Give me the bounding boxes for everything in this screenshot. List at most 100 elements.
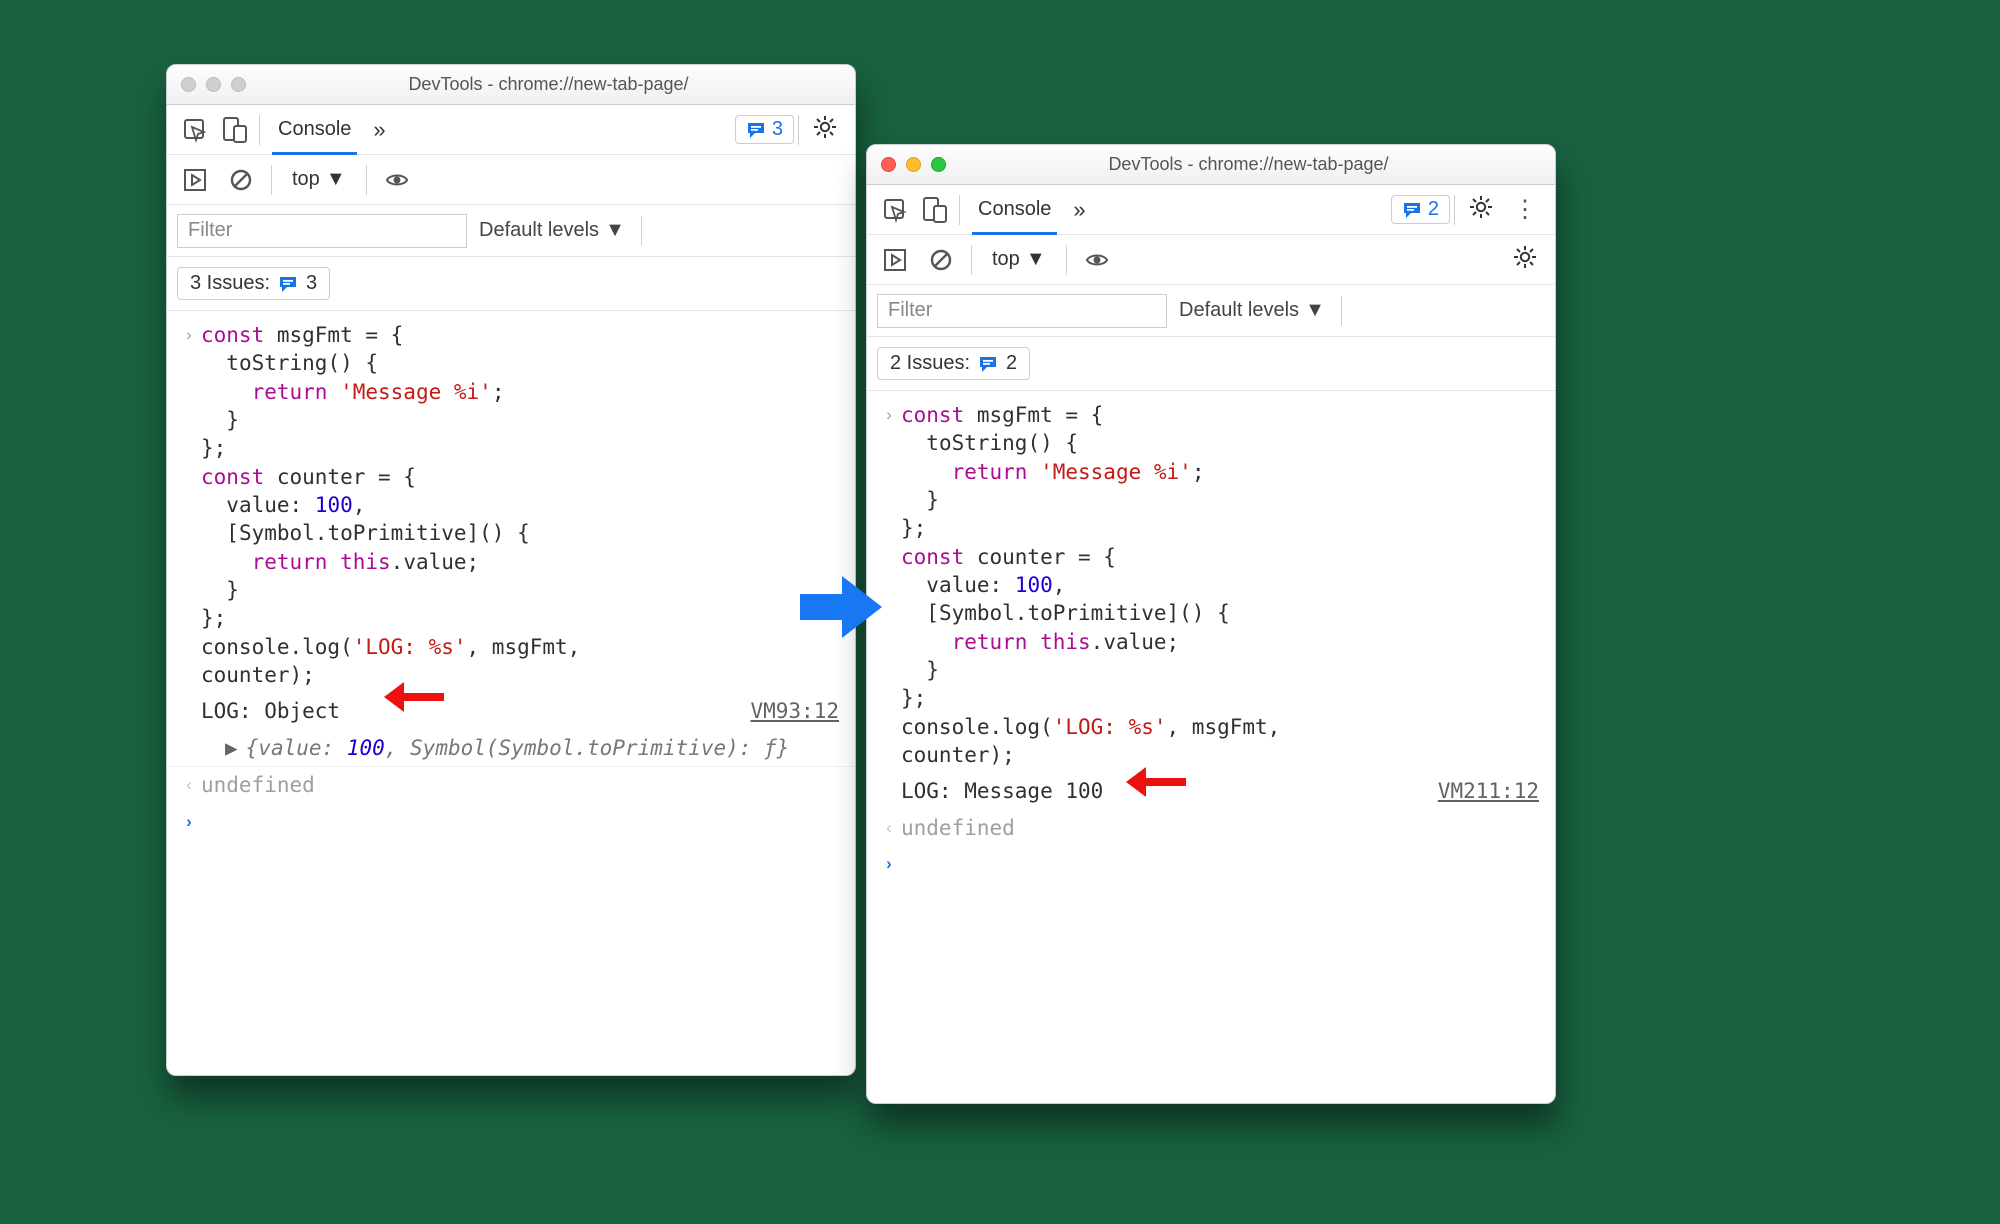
window-titlebar[interactable]: DevTools - chrome://new-tab-page/ bbox=[167, 65, 855, 105]
divider bbox=[798, 115, 799, 145]
console-log-row: LOG: Object VM93:12 bbox=[167, 693, 855, 729]
undefined-value: undefined bbox=[201, 771, 839, 799]
devtools-tabbar: Console » 2 ⋮ bbox=[867, 185, 1555, 235]
divider bbox=[366, 165, 367, 195]
comparison-arrow-icon bbox=[800, 572, 884, 647]
levels-label: Default levels bbox=[479, 219, 599, 242]
settings-button[interactable] bbox=[1459, 195, 1503, 225]
chevron-down-icon: ▼ bbox=[1026, 248, 1046, 271]
divider bbox=[1066, 245, 1067, 275]
console-body: › const msgFmt = { toString() { return '… bbox=[167, 311, 855, 841]
devtools-window-after: DevTools - chrome://new-tab-page/ Consol… bbox=[866, 144, 1556, 1104]
console-filter-row: Filter Default levels ▼ bbox=[167, 205, 855, 257]
console-sidebar-toggle[interactable] bbox=[875, 235, 915, 284]
divider bbox=[259, 115, 260, 145]
console-input-code[interactable]: const msgFmt = { toString() { return 'Me… bbox=[201, 321, 839, 689]
console-settings-button[interactable] bbox=[1503, 245, 1547, 275]
device-toggle-button[interactable] bbox=[215, 105, 255, 154]
prompt-chevron-icon: › bbox=[877, 850, 901, 876]
issues-count: 3 bbox=[306, 272, 317, 295]
console-toolbar: top ▼ bbox=[867, 235, 1555, 285]
context-label: top bbox=[992, 248, 1020, 271]
traffic-lights[interactable] bbox=[181, 77, 246, 92]
issues-badge[interactable]: 3 bbox=[735, 115, 794, 144]
window-minimize-icon[interactable] bbox=[206, 77, 221, 92]
comparison-stage: DevTools - chrome://new-tab-page/ Consol… bbox=[166, 64, 1622, 1104]
output-chevron-icon: ‹ bbox=[877, 814, 901, 840]
window-close-icon[interactable] bbox=[881, 157, 896, 172]
traffic-lights[interactable] bbox=[881, 157, 946, 172]
clear-console-button[interactable] bbox=[921, 235, 961, 284]
filter-input[interactable]: Filter bbox=[177, 214, 467, 248]
context-label: top bbox=[292, 168, 320, 191]
context-selector[interactable]: top ▼ bbox=[282, 155, 356, 204]
devtools-tabbar: Console » 3 bbox=[167, 105, 855, 155]
divider bbox=[959, 195, 960, 225]
live-expression-button[interactable] bbox=[377, 155, 417, 204]
filter-placeholder: Filter bbox=[188, 219, 232, 242]
console-log-row: LOG: Message 100 VM211:12 bbox=[867, 773, 1555, 809]
window-close-icon[interactable] bbox=[181, 77, 196, 92]
chevron-down-icon: ▼ bbox=[1305, 299, 1325, 322]
issues-badge[interactable]: 2 bbox=[1391, 195, 1450, 224]
window-zoom-icon[interactable] bbox=[231, 77, 246, 92]
source-link[interactable]: VM93:12 bbox=[750, 697, 839, 725]
chevron-down-icon: ▼ bbox=[326, 168, 346, 191]
context-selector[interactable]: top ▼ bbox=[982, 235, 1056, 284]
live-expression-button[interactable] bbox=[1077, 235, 1117, 284]
issues-pre-text: 3 Issues: bbox=[190, 272, 270, 295]
window-zoom-icon[interactable] bbox=[931, 157, 946, 172]
window-minimize-icon[interactable] bbox=[906, 157, 921, 172]
highlight-arrow-icon bbox=[384, 679, 448, 715]
console-return-row: ‹ undefined bbox=[167, 767, 855, 803]
issues-chip[interactable]: 3 Issues: 3 bbox=[177, 267, 330, 300]
prompt-chevron-icon: › bbox=[177, 808, 201, 834]
input-chevron-icon: › bbox=[177, 321, 201, 347]
settings-button[interactable] bbox=[803, 115, 847, 145]
tabs-overflow-button[interactable]: » bbox=[1065, 197, 1093, 223]
tab-console[interactable]: Console bbox=[264, 105, 365, 154]
console-return-row: ‹ undefined bbox=[867, 810, 1555, 846]
filter-input[interactable]: Filter bbox=[877, 294, 1167, 328]
issues-chip[interactable]: 2 Issues: 2 bbox=[877, 347, 1030, 380]
more-menu-button[interactable]: ⋮ bbox=[1503, 195, 1547, 224]
input-chevron-icon: › bbox=[877, 401, 901, 427]
tab-console[interactable]: Console bbox=[964, 185, 1065, 234]
clear-console-button[interactable] bbox=[221, 155, 261, 204]
window-title: DevTools - chrome://new-tab-page/ bbox=[956, 154, 1541, 175]
filter-placeholder: Filter bbox=[888, 299, 932, 322]
log-levels-selector[interactable]: Default levels ▼ bbox=[479, 219, 625, 242]
divider bbox=[971, 245, 972, 275]
speech-icon bbox=[1402, 201, 1422, 219]
inspect-element-button[interactable] bbox=[875, 185, 915, 234]
console-sidebar-toggle[interactable] bbox=[175, 155, 215, 204]
divider bbox=[1454, 195, 1455, 225]
expand-triangle-icon[interactable]: ▶ bbox=[225, 736, 238, 760]
output-chevron-icon: ‹ bbox=[177, 771, 201, 797]
source-link[interactable]: VM211:12 bbox=[1438, 777, 1539, 805]
console-prompt-row[interactable]: › bbox=[867, 846, 1555, 880]
tab-label: Console bbox=[278, 118, 351, 141]
issues-row: 3 Issues: 3 bbox=[167, 257, 855, 311]
console-filter-row: Filter Default levels ▼ bbox=[867, 285, 1555, 337]
divider bbox=[641, 216, 642, 246]
console-log-text[interactable]: LOG: Object bbox=[201, 697, 750, 725]
issues-row: 2 Issues: 2 bbox=[867, 337, 1555, 391]
tab-label: Console bbox=[978, 198, 1051, 221]
console-input-code[interactable]: const msgFmt = { toString() { return 'Me… bbox=[901, 401, 1539, 769]
inspect-element-button[interactable] bbox=[175, 105, 215, 154]
console-object-row: ▶{value: 100, Symbol(Symbol.toPrimitive)… bbox=[167, 730, 855, 767]
tabs-overflow-button[interactable]: » bbox=[365, 117, 393, 143]
issues-badge-count: 3 bbox=[772, 118, 783, 141]
console-body: › const msgFmt = { toString() { return '… bbox=[867, 391, 1555, 884]
console-toolbar: top ▼ bbox=[167, 155, 855, 205]
speech-icon bbox=[746, 121, 766, 139]
issues-count: 2 bbox=[1006, 352, 1017, 375]
log-levels-selector[interactable]: Default levels ▼ bbox=[1179, 299, 1325, 322]
object-preview[interactable]: ▶{value: 100, Symbol(Symbol.toPrimitive)… bbox=[201, 734, 839, 762]
window-title: DevTools - chrome://new-tab-page/ bbox=[256, 74, 841, 95]
issues-pre-text: 2 Issues: bbox=[890, 352, 970, 375]
window-titlebar[interactable]: DevTools - chrome://new-tab-page/ bbox=[867, 145, 1555, 185]
device-toggle-button[interactable] bbox=[915, 185, 955, 234]
console-prompt-row[interactable]: › bbox=[167, 804, 855, 838]
